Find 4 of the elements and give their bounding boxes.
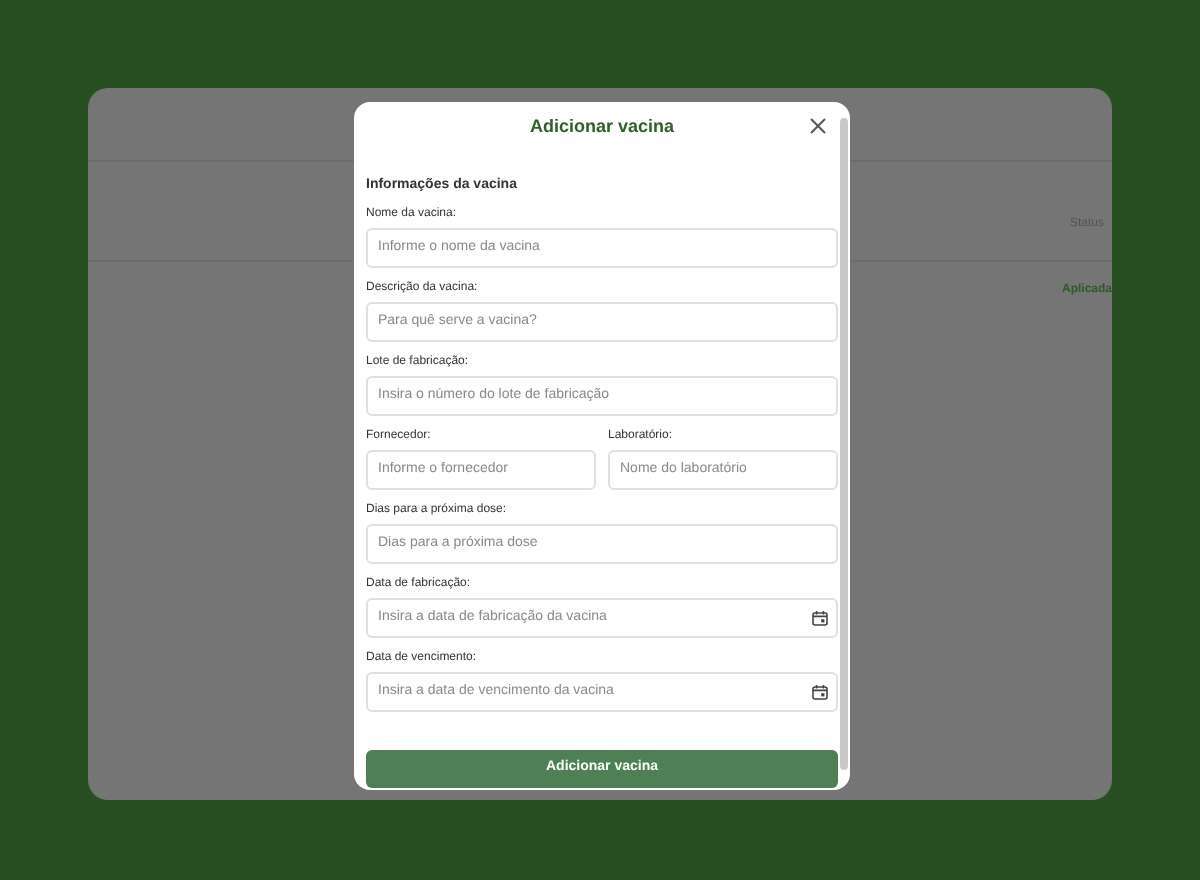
modal-title: Adicionar vacina <box>529 114 675 141</box>
calendar-icon <box>812 683 828 699</box>
calendar-icon <box>812 609 828 625</box>
close-icon[interactable] <box>810 118 826 134</box>
